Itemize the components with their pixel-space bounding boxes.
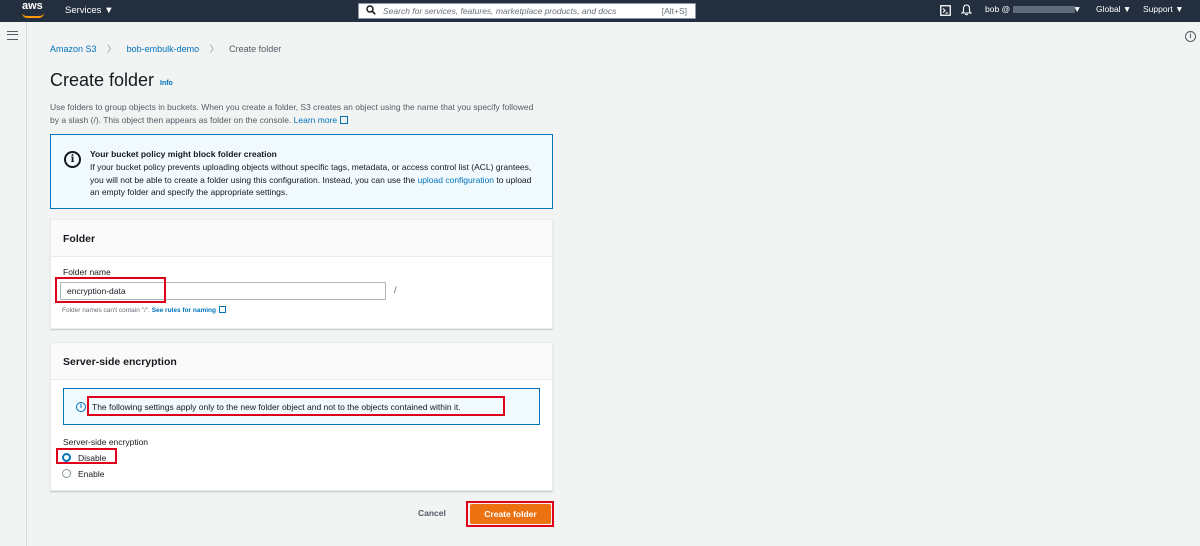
alert-title: Your bucket policy might block folder cr…	[90, 149, 277, 159]
search-icon	[366, 5, 376, 15]
breadcrumb-bucket[interactable]: bob-embulk-demo	[127, 44, 200, 54]
bell-icon[interactable]	[961, 4, 972, 16]
info-link[interactable]: Info	[160, 80, 173, 87]
radio-enable-label[interactable]: Enable	[78, 469, 104, 479]
folder-name-label: Folder name	[63, 267, 111, 277]
search-placeholder: Search for services, features, marketpla…	[383, 6, 617, 16]
chevron-right-icon: 〉	[107, 44, 117, 54]
aws-logo[interactable]: aws	[22, 1, 43, 12]
external-link-icon	[218, 306, 226, 313]
radio-enable[interactable]	[62, 469, 71, 478]
highlight-folder-name	[55, 277, 166, 303]
account-name: bob @	[985, 4, 1011, 14]
external-link-icon	[340, 116, 349, 124]
support-menu[interactable]: Support ▼	[1143, 4, 1184, 14]
learn-more-link[interactable]: Learn more	[293, 115, 349, 125]
description-text: Use folders to group objects in buckets.…	[50, 102, 534, 125]
help-panel-info-icon[interactable]: i	[1185, 31, 1196, 42]
folder-panel-heading: Folder	[51, 220, 552, 257]
breadcrumb-current: Create folder	[229, 44, 282, 54]
menu-icon[interactable]	[7, 31, 18, 40]
highlight-sse-info	[87, 396, 505, 416]
breadcrumb-amazon-s3[interactable]: Amazon S3	[50, 44, 97, 54]
account-chevron-down-icon[interactable]: ▼	[1073, 4, 1081, 14]
folder-suffix: /	[394, 285, 397, 295]
services-menu[interactable]: Services ▼	[65, 5, 113, 16]
learn-more-label: Learn more	[293, 115, 338, 125]
folder-name-hint: Folder names can't contain "/". See rule…	[62, 306, 226, 314]
account-menu[interactable]: bob @	[985, 4, 1076, 14]
sse-field-label: Server-side encryption	[63, 437, 149, 447]
hint-text: Folder names can't contain "/".	[62, 307, 150, 314]
highlight-disable-option	[56, 448, 117, 464]
search-shortcut: [Alt+S]	[661, 6, 687, 16]
naming-rules-link[interactable]: See rules for naming	[152, 307, 216, 314]
info-icon: i	[64, 151, 81, 168]
bucket-policy-alert: i Your bucket policy might block folder …	[50, 134, 553, 209]
cloudshell-icon[interactable]	[940, 5, 951, 16]
page-title: Create folder	[50, 70, 155, 90]
sse-panel-heading: Server-side encryption	[51, 343, 552, 380]
info-icon: i	[76, 402, 86, 412]
page-description: Use folders to group objects in buckets.…	[50, 101, 540, 127]
top-nav: aws Services ▼ Search for services, feat…	[0, 0, 1200, 22]
aws-logo-smile-icon	[22, 13, 44, 18]
alert-body: If your bucket policy prevents uploading…	[90, 161, 535, 199]
side-divider	[26, 22, 27, 546]
region-menu[interactable]: Global ▼	[1096, 4, 1131, 14]
highlight-create-button	[466, 501, 554, 527]
cancel-button[interactable]: Cancel	[418, 508, 446, 518]
breadcrumb: Amazon S3 〉 bob-embulk-demo 〉 Create fol…	[50, 42, 281, 55]
search-input[interactable]: Search for services, features, marketpla…	[358, 3, 696, 19]
chevron-right-icon: 〉	[209, 44, 219, 54]
account-id-redacted	[1013, 6, 1076, 14]
upload-configuration-link[interactable]: upload configuration	[417, 175, 494, 185]
